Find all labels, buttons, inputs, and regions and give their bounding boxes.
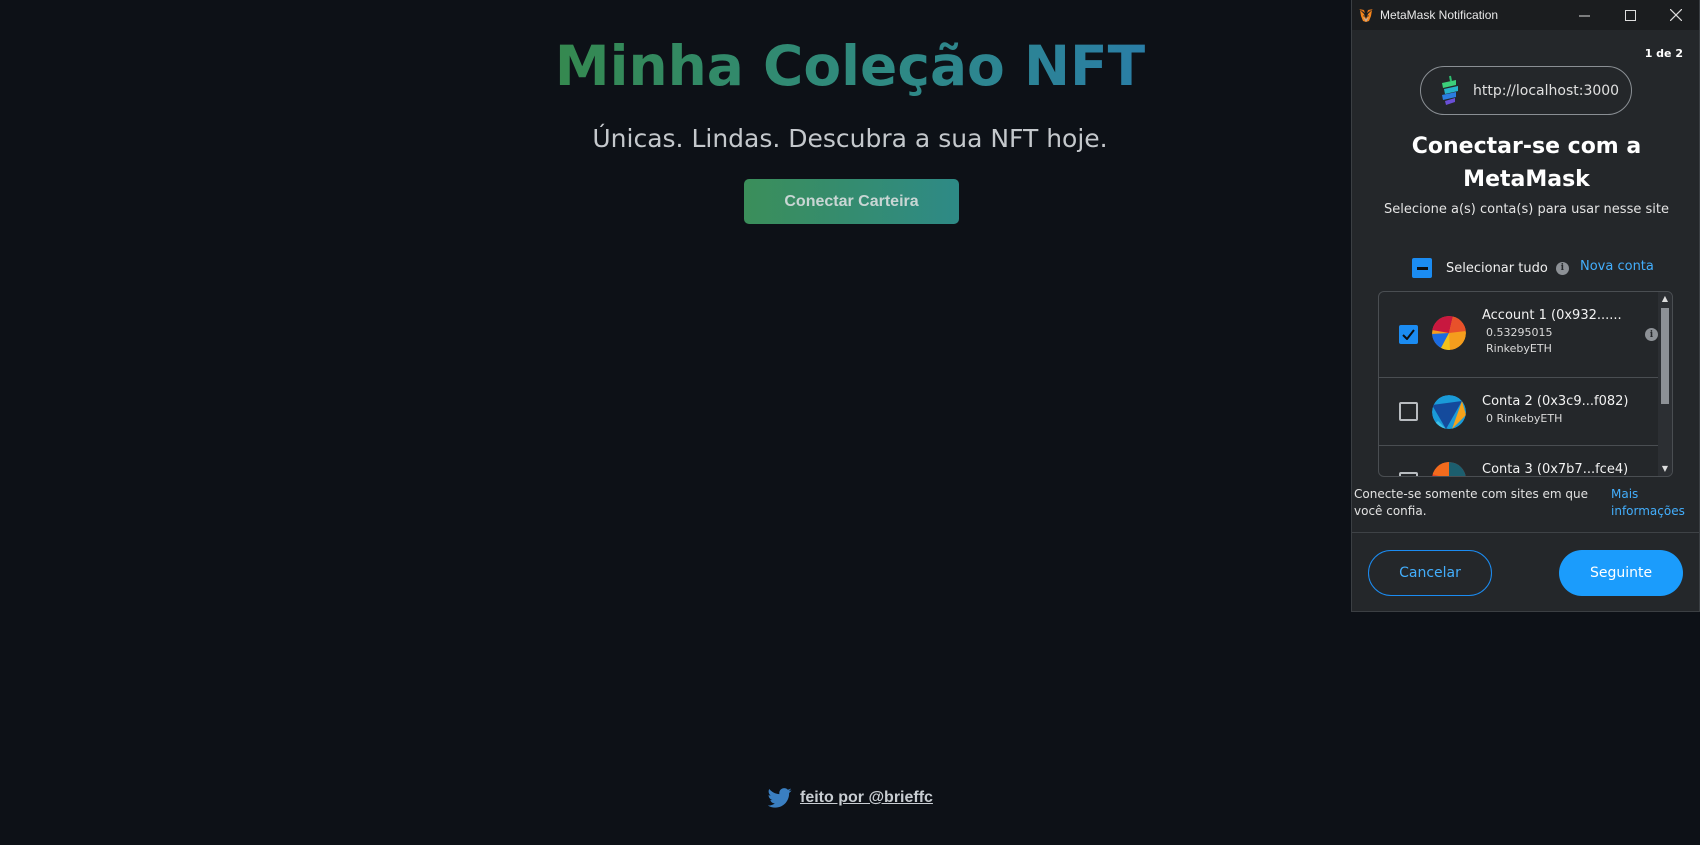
page-counter: 1 de 2 [1644, 47, 1683, 60]
footer-author-link[interactable]: feito por @brieffc [800, 789, 933, 807]
new-account-link[interactable]: Nova conta [1580, 259, 1654, 274]
more-info-link[interactable]: Mais informações [1611, 486, 1691, 520]
metamask-fox-icon [1359, 9, 1373, 22]
close-icon [1670, 9, 1682, 21]
maximize-button[interactable] [1607, 0, 1653, 30]
footer-divider [1352, 532, 1699, 533]
metamask-popup: MetaMask Notification 1 de 2 http://loca… [1351, 0, 1700, 612]
maximize-icon [1624, 9, 1636, 21]
account-checkbox-2[interactable] [1399, 402, 1418, 421]
account-list-scrollbar[interactable]: ▲ ▼ [1658, 292, 1672, 476]
account-name-1: Account 1 (0x932...... [1482, 308, 1622, 323]
connect-heading: Conectar-se com a MetaMask [1411, 134, 1642, 192]
footer: feito por @brieffc [768, 786, 933, 810]
select-all-row: Selecionar tudo i [1412, 258, 1569, 278]
minimize-icon [1578, 15, 1590, 16]
account-info-icon[interactable]: i [1645, 328, 1658, 341]
scroll-down-icon[interactable]: ▼ [1660, 464, 1670, 473]
account-row-3[interactable]: Conta 3 (0x7b7...fce4) [1379, 446, 1672, 477]
window-titlebar: MetaMask Notification [1352, 0, 1699, 30]
next-button[interactable]: Seguinte [1559, 550, 1683, 596]
account-checkbox-3[interactable] [1399, 472, 1418, 476]
account-name-2: Conta 2 (0x3c9...f082) [1482, 394, 1629, 409]
select-all-checkbox[interactable] [1412, 258, 1432, 278]
account-balance-unit-1: RinkebyETH [1486, 342, 1552, 355]
cancel-button[interactable]: Cancelar [1368, 550, 1492, 596]
close-button[interactable] [1653, 0, 1699, 30]
scrollbar-thumb[interactable] [1661, 308, 1669, 404]
site-origin-pill: http://localhost:3000 [1420, 66, 1632, 115]
account-row-1[interactable]: Account 1 (0x932...... 0.53295015 Rinkeb… [1379, 292, 1672, 378]
minimize-button[interactable] [1561, 0, 1607, 30]
account-row-2[interactable]: Conta 2 (0x3c9...f082) 0 RinkebyETH [1379, 378, 1672, 446]
site-logo-icon [1442, 75, 1458, 105]
account-checkbox-1[interactable] [1399, 325, 1418, 344]
account-name-3: Conta 3 (0x7b7...fce4) [1482, 462, 1629, 477]
connect-wallet-button[interactable]: Conectar Carteira [744, 179, 959, 224]
window-title: MetaMask Notification [1380, 8, 1499, 22]
info-icon[interactable]: i [1555, 261, 1569, 275]
account-avatar-2 [1432, 395, 1466, 429]
connect-subheading: Selecione a(s) conta(s) para usar nesse … [1384, 202, 1669, 217]
select-all-label: Selecionar tudo [1446, 260, 1548, 276]
account-avatar-3 [1432, 462, 1466, 476]
account-balance-2: 0 RinkebyETH [1486, 412, 1563, 425]
account-avatar-1 [1432, 316, 1466, 350]
trust-note: Conecte-se somente com sites em que você… [1354, 487, 1589, 518]
twitter-icon [768, 788, 792, 808]
scroll-up-icon[interactable]: ▲ [1660, 294, 1670, 303]
site-origin-text: http://localhost:3000 [1473, 82, 1620, 99]
checkmark-icon [1402, 329, 1415, 340]
account-list: Account 1 (0x932...... 0.53295015 Rinkeb… [1378, 291, 1673, 477]
account-balance-1: 0.53295015 [1486, 326, 1553, 339]
